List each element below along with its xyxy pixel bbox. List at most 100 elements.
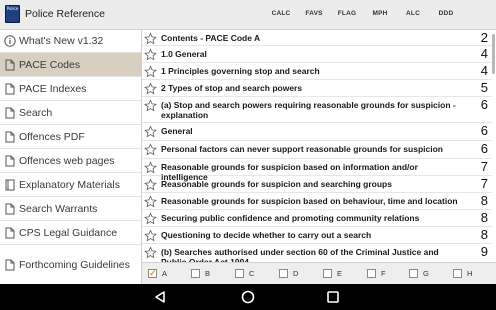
list-item-title: Reasonable grounds for suspicion and sea… xyxy=(161,179,392,189)
document-icon xyxy=(5,203,15,214)
list-item[interactable]: Reasonable grounds for suspicion based o… xyxy=(142,159,492,182)
checkbox[interactable] xyxy=(279,269,288,278)
back-icon[interactable] xyxy=(152,289,168,305)
filter-label: E xyxy=(337,269,343,278)
document-icon xyxy=(5,259,15,270)
sidebar-item-label: Offences web pages xyxy=(19,154,115,167)
code-filter-bar: ✓ A B C D E F G H xyxy=(142,262,496,284)
list-item[interactable]: Reasonable grounds for suspicion and sea… xyxy=(142,176,492,193)
star-icon[interactable] xyxy=(144,65,157,78)
sidebar-item-label: What's New v1.32 xyxy=(19,35,104,47)
list-item[interactable]: (b) Searches authorised under section 60… xyxy=(142,244,492,262)
list-item[interactable]: Personal factors can never support reaso… xyxy=(142,141,492,159)
list-item-page: 6 xyxy=(480,141,488,156)
document-icon xyxy=(5,227,15,238)
list-item[interactable]: (a) Stop and search powers requiring rea… xyxy=(142,97,492,123)
list-item-page: 6 xyxy=(480,97,488,112)
list-item[interactable]: 1 Principles governing stop and search 4 xyxy=(142,63,492,80)
ddd-button[interactable]: DDD xyxy=(435,10,457,22)
sidebar-item-label: CPS Legal Guidance xyxy=(19,226,118,239)
star-icon[interactable] xyxy=(144,229,157,242)
list-item-page: 8 xyxy=(480,210,488,225)
info-icon xyxy=(4,35,16,47)
list-item-page: 4 xyxy=(480,63,488,78)
checkbox[interactable] xyxy=(191,269,200,278)
sidebar-item-whats-new[interactable]: What's New v1.32 xyxy=(0,30,141,53)
list-item-page: 9 xyxy=(480,244,488,259)
list-item-page: 7 xyxy=(480,159,488,174)
star-icon[interactable] xyxy=(144,99,157,112)
sidebar-item-search[interactable]: Search xyxy=(0,101,141,125)
app-title: Police Reference xyxy=(25,8,105,20)
filter-label: C xyxy=(249,269,255,278)
recents-icon[interactable] xyxy=(325,289,341,305)
sidebar-item-label: Offences PDF xyxy=(19,130,85,143)
filter-label: B xyxy=(205,269,211,278)
list-item-page: 4 xyxy=(480,46,488,61)
checkbox[interactable] xyxy=(367,269,376,278)
list-item[interactable]: General 6 xyxy=(142,123,492,141)
list-item[interactable]: Questioning to decide whether to carry o… xyxy=(142,227,492,244)
sidebar-item-forthcoming-guidelines[interactable]: Forthcoming Guidelines xyxy=(0,245,141,284)
logo-text: Police xyxy=(6,6,19,11)
list-item[interactable]: Reasonable grounds for suspicion based o… xyxy=(142,193,492,210)
system-navigation-bar xyxy=(0,284,496,310)
list-item[interactable]: 2 Types of stop and search powers 5 xyxy=(142,80,492,97)
checkbox[interactable] xyxy=(409,269,418,278)
list-item[interactable]: 1.0 General 4 xyxy=(142,46,492,63)
star-icon[interactable] xyxy=(144,212,157,225)
sidebar-item-label: Search Warrants xyxy=(19,202,98,215)
mph-button[interactable]: MPH xyxy=(369,10,391,22)
list-item[interactable]: Contents - PACE Code A 2 xyxy=(142,30,492,46)
list-item-title: Contents - PACE Code A xyxy=(161,33,261,43)
checkbox[interactable] xyxy=(323,269,332,278)
list-item-page: 6 xyxy=(480,123,488,138)
sidebar-item-explanatory-materials[interactable]: Explanatory Materials xyxy=(0,173,141,197)
list-item-title: Securing public confidence and promoting… xyxy=(161,213,420,223)
app-logo-icon: Police xyxy=(5,5,20,23)
sidebar-item-offences-pdf[interactable]: Offences PDF xyxy=(0,125,141,149)
star-icon[interactable] xyxy=(144,32,157,45)
sidebar-item-label: Forthcoming Guidelines xyxy=(19,258,130,271)
star-icon[interactable] xyxy=(144,161,157,174)
sidebar-item-search-warrants[interactable]: Search Warrants xyxy=(0,197,141,221)
sidebar-item-label: PACE Codes xyxy=(19,58,81,71)
checkbox[interactable] xyxy=(235,269,244,278)
list-item-page: 8 xyxy=(480,227,488,242)
star-icon[interactable] xyxy=(144,195,157,208)
favs-button[interactable]: FAVS xyxy=(303,10,325,22)
list-item-page: 5 xyxy=(480,80,488,95)
sidebar-item-pace-indexes[interactable]: PACE Indexes xyxy=(0,77,141,101)
star-icon[interactable] xyxy=(144,143,157,156)
sidebar-item-offences-web-pages[interactable]: Offences web pages xyxy=(0,149,141,173)
pace-code-contents-list: Contents - PACE Code A 2 1.0 General 4 1… xyxy=(142,30,496,262)
alc-button[interactable]: ALC xyxy=(402,10,424,22)
filter-label: F xyxy=(381,269,386,278)
check-icon: ✓ xyxy=(149,268,157,278)
star-icon[interactable] xyxy=(144,82,157,95)
list-item[interactable]: Securing public confidence and promoting… xyxy=(142,210,492,227)
filter-label: H xyxy=(467,269,473,278)
star-icon[interactable] xyxy=(144,48,157,61)
checkbox[interactable] xyxy=(453,269,462,278)
calc-button[interactable]: CALC xyxy=(270,10,292,22)
flag-button[interactable]: FLAG xyxy=(336,10,358,22)
action-bar: Police Police Reference CALC FAVS FLAG M… xyxy=(0,0,496,30)
sidebar-item-cps-legal-guidance[interactable]: CPS Legal Guidance xyxy=(0,221,141,245)
home-icon[interactable] xyxy=(240,289,256,305)
list-item-title: (b) Searches authorised under section 60… xyxy=(161,247,439,262)
star-icon[interactable] xyxy=(144,178,157,191)
checkbox[interactable]: ✓ xyxy=(148,268,157,278)
sidebar-item-label: PACE Indexes xyxy=(19,82,87,95)
list-item-title: Personal factors can never support reaso… xyxy=(161,144,443,154)
filter-label: G xyxy=(423,269,429,278)
list-item-title: 2 Types of stop and search powers xyxy=(161,83,303,93)
list-scrollbar[interactable] xyxy=(492,34,495,74)
sidebar-item-label: Explanatory Materials xyxy=(19,178,120,191)
star-icon[interactable] xyxy=(144,125,157,138)
filter-label: D xyxy=(293,269,299,278)
document-icon xyxy=(5,131,15,142)
sidebar-item-pace-codes[interactable]: PACE Codes xyxy=(0,53,141,77)
star-icon[interactable] xyxy=(144,246,157,259)
list-item-title: (a) Stop and search powers requiring rea… xyxy=(161,100,456,120)
